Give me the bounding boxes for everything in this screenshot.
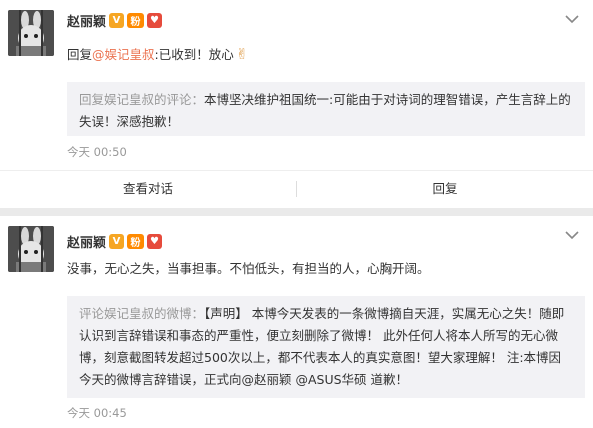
reply-text: 回复@娱记皇叔:已收到！放心 ✌: [67, 43, 579, 66]
quoted-weibo[interactable]: 评论娱记皇叔的微博：【声明】 本博今天发表的一条微博摘自天涯，实属无心之失！随即…: [67, 296, 585, 398]
reply-body: :已收到！放心: [154, 47, 234, 62]
user-avatar[interactable]: [8, 226, 54, 272]
quote-label[interactable]: 评论娱记皇叔的微博：: [79, 306, 204, 321]
reply-button[interactable]: 回复: [297, 179, 593, 199]
victory-hand-icon: ✌: [235, 45, 249, 63]
verified-icon[interactable]: V: [109, 234, 125, 249]
user-name-row: 赵丽颖 V 粉 ♥: [67, 11, 163, 30]
chevron-down-icon[interactable]: [565, 14, 579, 24]
comment-card-reply: 赵丽颖 V 粉 ♥ 回复@娱记皇叔:已收到！放心 ✌ 回复娱记皇叔的评论：本博坚决…: [0, 0, 593, 208]
timestamp[interactable]: 今天 00:50: [67, 144, 127, 160]
user-avatar[interactable]: [8, 10, 54, 56]
action-bar: 查看对话 回复: [0, 170, 593, 206]
verified-icon[interactable]: V: [109, 13, 125, 28]
heart-badge-icon[interactable]: ♥: [147, 234, 163, 249]
view-conversation-button[interactable]: 查看对话: [0, 179, 296, 199]
user-name[interactable]: 赵丽颖: [67, 232, 106, 251]
user-name[interactable]: 赵丽颖: [67, 11, 106, 30]
comment-card-main: 赵丽颖 V 粉 ♥ 没事，无心之失，当事担事。不怕低头，有担当的人，心胸开阔。 …: [0, 216, 593, 428]
quoted-comment[interactable]: 回复娱记皇叔的评论：本博坚决维护祖国统一:可能由于对诗词的理智错误，产生言辞上的…: [67, 82, 585, 136]
timestamp[interactable]: 今天 00:45: [67, 405, 127, 421]
quote-label[interactable]: 回复娱记皇叔的评论：: [79, 92, 204, 107]
heart-badge-icon[interactable]: ♥: [147, 13, 163, 28]
reply-prefix: 回复: [67, 47, 93, 62]
card-separator: [0, 208, 593, 216]
user-name-row: 赵丽颖 V 粉 ♥: [67, 232, 163, 251]
chevron-down-icon[interactable]: [565, 230, 579, 240]
fan-badge-icon[interactable]: 粉: [127, 234, 145, 249]
fan-badge-icon[interactable]: 粉: [127, 13, 145, 28]
comment-text: 没事，无心之失，当事担事。不怕低头，有担当的人，心胸开阔。: [67, 261, 430, 276]
mention-link[interactable]: @娱记皇叔: [92, 47, 155, 62]
